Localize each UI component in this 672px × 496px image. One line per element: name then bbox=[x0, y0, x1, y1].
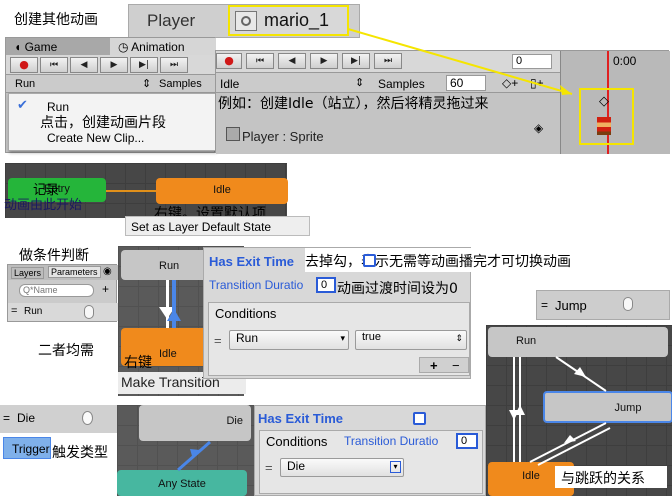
has-exit-time-label: Has Exit Time bbox=[209, 254, 295, 269]
transition-duration-label: Transition Duratio bbox=[209, 278, 304, 292]
play-button-2[interactable]: ▶ bbox=[310, 53, 338, 69]
clip-name: mario_1 bbox=[264, 10, 330, 30]
param-bool-toggle[interactable] bbox=[84, 305, 94, 319]
tab-layers[interactable]: Layers bbox=[11, 267, 45, 279]
die-transition-duration-label: Transition Duratio bbox=[344, 434, 439, 448]
die-inspector: Has Exit Time Conditions Transition Dura… bbox=[254, 405, 486, 496]
eye-icon[interactable]: ◉ bbox=[103, 266, 112, 277]
condition-param-select[interactable]: Run ▾ bbox=[229, 330, 349, 350]
animation-clock-icon: ◷ bbox=[118, 40, 129, 54]
keyframe-highlight: ◇ bbox=[579, 88, 634, 145]
param-row-run: = Run bbox=[8, 303, 118, 321]
keyframe-diamond-icon: ◇ bbox=[599, 94, 609, 109]
add-condition-button[interactable]: + bbox=[430, 358, 438, 373]
play-button[interactable]: ▶ bbox=[100, 57, 128, 73]
any-to-die-arrow bbox=[177, 440, 211, 472]
die-duration-field[interactable]: 0 bbox=[456, 433, 478, 449]
clip-select-2[interactable]: Idle bbox=[220, 77, 239, 91]
die-node[interactable]: Die bbox=[139, 405, 251, 441]
dropdown-arrow-icon: ▾ bbox=[340, 333, 345, 343]
annotation-create-other: 创建其他动画 bbox=[14, 12, 98, 28]
key-diamond-icon: ◈ bbox=[534, 121, 544, 135]
tab-bar: ◖ Game ◷ Animation bbox=[6, 38, 216, 55]
clip-select[interactable]: Run bbox=[15, 78, 35, 90]
sprite-clip-icon bbox=[235, 11, 257, 31]
trigger-radio[interactable] bbox=[82, 411, 93, 425]
tab-game[interactable]: ◖ Game bbox=[14, 40, 57, 54]
next-key-button[interactable]: ▶| bbox=[130, 57, 158, 73]
drag-handle-icon-5[interactable]: = bbox=[265, 460, 273, 475]
drag-arrow bbox=[347, 28, 573, 95]
conditions-title: Conditions bbox=[215, 306, 277, 321]
arrow-up-icon bbox=[167, 309, 181, 321]
duration-field[interactable]: 0 bbox=[316, 277, 336, 293]
die-dropdown-arrow-icon: ▾ bbox=[390, 461, 401, 473]
idle-node[interactable]: Idle bbox=[156, 178, 288, 204]
drag-handle-icon-2[interactable]: = bbox=[214, 333, 222, 348]
annotation-transition-zero: 动画过渡时间设为0 bbox=[337, 281, 458, 297]
annotation-trigger-type: 触发类型 bbox=[52, 445, 108, 461]
annotation-start-here: 动画由此开始 bbox=[4, 198, 83, 213]
add-remove-bar: + − bbox=[419, 357, 469, 373]
first-key-button[interactable]: ⏮ bbox=[40, 57, 68, 73]
menu-item-set-default[interactable]: Set as Layer Default State bbox=[131, 220, 271, 234]
clip-name-highlight[interactable]: mario_1 bbox=[228, 5, 349, 36]
annotation-both-needed: 二者均需 bbox=[38, 343, 94, 359]
conditions-box: Conditions = Run ▾ true ⇕ + − bbox=[208, 302, 470, 376]
record-button[interactable]: ● bbox=[10, 57, 38, 73]
last-key-button[interactable]: ⏭ bbox=[160, 57, 188, 73]
menu-item-create-new-clip[interactable]: Create New Clip... bbox=[47, 131, 144, 145]
jump-param-name: Jump bbox=[555, 298, 587, 313]
add-param-button[interactable]: + bbox=[102, 282, 109, 296]
updown-arrow-icon: ⇕ bbox=[455, 333, 463, 343]
sprite-track-icon bbox=[226, 127, 240, 141]
annotation-jump-relation: 与跳跃的关系 bbox=[561, 471, 645, 487]
tab-parameters[interactable]: Parameters bbox=[48, 266, 101, 278]
annotation-click-create: 点击，创建动画片段 bbox=[40, 115, 166, 131]
entry-transition-line bbox=[106, 190, 156, 192]
prev-key-button[interactable]: ◀ bbox=[70, 57, 98, 73]
first-key-button-2[interactable]: ⏮ bbox=[246, 53, 274, 69]
die-param-name: Die bbox=[17, 411, 36, 425]
die-has-exit-time-label: Has Exit Time bbox=[258, 411, 344, 426]
annotation-right-click: 右键 bbox=[124, 355, 152, 371]
playback-toolbar: ● ⏮ ◀ ▶ ▶| ⏭ bbox=[6, 55, 216, 75]
clip-select-arrow-icon: ⇕ bbox=[142, 78, 152, 90]
die-conditions-box: Conditions Transition Duratio 0 = Die ▾ bbox=[259, 430, 483, 494]
any-state-node[interactable]: Any State bbox=[117, 470, 247, 496]
track-label: Player : Sprite bbox=[242, 129, 324, 144]
drag-handle-icon-3[interactable]: = bbox=[541, 298, 548, 312]
samples-label: Samples bbox=[159, 78, 202, 90]
annotation-conditions-judge: 做条件判断 bbox=[19, 248, 89, 264]
time-label: 0:00 bbox=[613, 54, 637, 68]
object-name: Player bbox=[147, 11, 196, 30]
die-conditions-title: Conditions bbox=[266, 434, 328, 449]
has-exit-time-checkbox[interactable] bbox=[363, 254, 376, 267]
condition-value-select[interactable]: true ⇕ bbox=[355, 330, 467, 350]
parameters-panel: Layers Parameters ◉ Q*Name + = Run bbox=[7, 264, 118, 322]
mario-sprite-icon bbox=[597, 117, 611, 135]
checkmark-icon: ✔ bbox=[17, 98, 28, 113]
prev-key-button-2[interactable]: ◀ bbox=[278, 53, 306, 69]
record-button-2[interactable]: ● bbox=[216, 53, 242, 69]
drag-handle-icon[interactable]: = bbox=[11, 305, 17, 317]
trigger-type-item[interactable]: Trigger bbox=[3, 437, 51, 459]
drag-handle-icon-4[interactable]: = bbox=[3, 411, 10, 425]
param-name: Run bbox=[24, 306, 43, 317]
animation-window-left: ◖ Game ◷ Animation ● ⏮ ◀ ▶ ▶| ⏭ Run ⇕ Sa… bbox=[5, 37, 216, 153]
remove-condition-button[interactable]: − bbox=[452, 358, 460, 373]
die-condition-select[interactable]: Die ▾ bbox=[280, 458, 404, 477]
die-has-exit-time-checkbox[interactable] bbox=[413, 412, 426, 425]
param-search[interactable]: Q*Name bbox=[19, 284, 94, 297]
jump-bool-toggle[interactable] bbox=[623, 297, 633, 311]
jump-param-row: = Jump bbox=[536, 290, 670, 320]
pacman-icon: ◖ bbox=[14, 40, 22, 54]
clip-row: Run ⇕ Samples bbox=[6, 75, 216, 93]
tab-animation[interactable]: ◷ Animation bbox=[110, 38, 216, 55]
annotation-uncheck: 去掉勾，表示无需等动画播完才可切换动画 bbox=[305, 254, 571, 270]
params-tab-bar: Layers Parameters ◉ bbox=[8, 265, 118, 280]
context-menu: Set as Layer Default State bbox=[125, 216, 310, 236]
die-param-row: = Die bbox=[0, 405, 118, 433]
